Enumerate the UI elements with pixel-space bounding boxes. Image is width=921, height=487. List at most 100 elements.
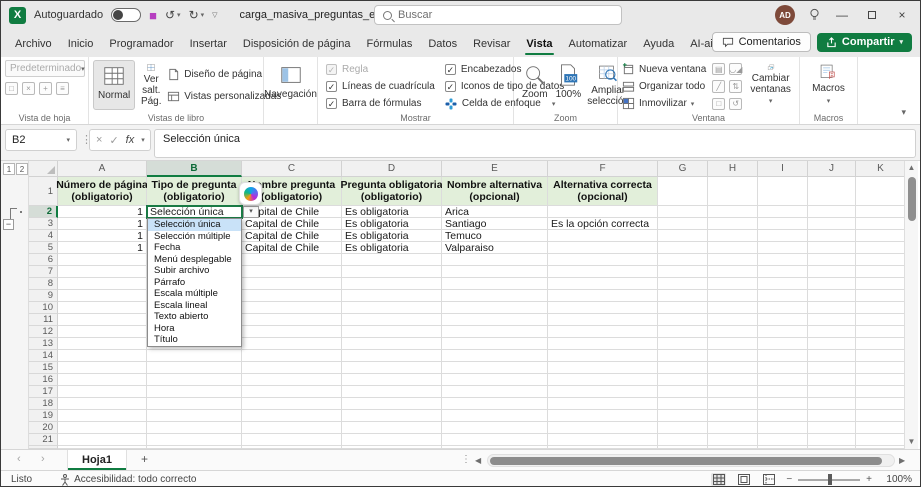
cell-J6[interactable]	[808, 254, 856, 266]
cell-E11[interactable]	[442, 314, 548, 326]
cell-J20[interactable]	[808, 422, 856, 434]
cell-H11[interactable]	[708, 314, 758, 326]
cell-E17[interactable]	[442, 386, 548, 398]
cell-A9[interactable]	[58, 290, 147, 302]
cell-C11[interactable]	[242, 314, 342, 326]
cell-D19[interactable]	[342, 410, 442, 422]
cell-H12[interactable]	[708, 326, 758, 338]
row-header-1[interactable]: 1	[29, 177, 58, 206]
cell-E19[interactable]	[442, 410, 548, 422]
cell-F8[interactable]	[548, 278, 658, 290]
cell-J8[interactable]	[808, 278, 856, 290]
select-all-corner[interactable]	[29, 161, 58, 177]
sheet-view-options-icon[interactable]: ≡	[56, 82, 69, 95]
dropdown-item-fecha[interactable]: Fecha	[148, 242, 241, 254]
cell-E5[interactable]: Valparaiso	[442, 242, 548, 254]
quick-access-customize-icon[interactable]: ▽	[212, 11, 217, 19]
cell-G2[interactable]	[658, 206, 708, 218]
row-header-16[interactable]: 16	[29, 374, 58, 386]
cell-D12[interactable]	[342, 326, 442, 338]
zoom-slider[interactable]	[798, 479, 860, 481]
cell-C8[interactable]	[242, 278, 342, 290]
cell-I14[interactable]	[758, 350, 808, 362]
cell-H15[interactable]	[708, 362, 758, 374]
cell-H2[interactable]	[708, 206, 758, 218]
cell-J1[interactable]	[808, 177, 856, 206]
exit-sheet-view-icon[interactable]: ×	[22, 82, 35, 95]
cell-C19[interactable]	[242, 410, 342, 422]
cell-J16[interactable]	[808, 374, 856, 386]
row-header-2[interactable]: 2	[29, 206, 58, 218]
share-button[interactable]: Compartir ▾	[817, 33, 912, 52]
tab-ayuda[interactable]: Ayuda	[635, 32, 682, 57]
cell-F19[interactable]	[548, 410, 658, 422]
cell-E20[interactable]	[442, 422, 548, 434]
cell-D5[interactable]: Es obligatoria	[342, 242, 442, 254]
cell-F4[interactable]	[548, 230, 658, 242]
column-header-c[interactable]: C	[242, 161, 342, 177]
cell-C20[interactable]	[242, 422, 342, 434]
cell-G7[interactable]	[658, 266, 708, 278]
cell-E10[interactable]	[442, 302, 548, 314]
autosave-toggle[interactable]	[111, 8, 141, 22]
cell-A12[interactable]	[58, 326, 147, 338]
cell-E1[interactable]: Nombre alternativa(opcional)	[442, 177, 548, 206]
cell-C13[interactable]	[242, 338, 342, 350]
cell-J3[interactable]	[808, 218, 856, 230]
cell-K5[interactable]	[856, 242, 906, 254]
add-sheet-button[interactable]: +	[141, 452, 148, 466]
page-break-view-button[interactable]: Ver salt. Pág.	[135, 60, 167, 110]
cell-H6[interactable]	[708, 254, 758, 266]
cell-A17[interactable]	[58, 386, 147, 398]
cell-K17[interactable]	[856, 386, 906, 398]
cell-I4[interactable]	[758, 230, 808, 242]
cell-H3[interactable]	[708, 218, 758, 230]
column-header-a[interactable]: A	[58, 161, 147, 177]
tab-formulas[interactable]: Fórmulas	[359, 32, 421, 57]
zoom-in-icon[interactable]: +	[866, 474, 872, 485]
cell-J15[interactable]	[808, 362, 856, 374]
cell-J10[interactable]	[808, 302, 856, 314]
cell-K20[interactable]	[856, 422, 906, 434]
new-window-button[interactable]: Nueva ventana	[622, 63, 706, 76]
cell-D11[interactable]	[342, 314, 442, 326]
cell-G8[interactable]	[658, 278, 708, 290]
cell-J17[interactable]	[808, 386, 856, 398]
row-header-8[interactable]: 8	[29, 278, 58, 290]
new-sheet-view-icon[interactable]: +	[39, 82, 52, 95]
cell-E13[interactable]	[442, 338, 548, 350]
cell-K6[interactable]	[856, 254, 906, 266]
cell-F6[interactable]	[548, 254, 658, 266]
cell-B2[interactable]: Selección única	[147, 206, 242, 218]
sheet-tab-hoja1[interactable]: Hoja1	[67, 450, 127, 470]
row-header-5[interactable]: 5	[29, 242, 58, 254]
cell-D3[interactable]: Es obligatoria	[342, 218, 442, 230]
cell-I8[interactable]	[758, 278, 808, 290]
cell-G19[interactable]	[658, 410, 708, 422]
row-header-15[interactable]: 15	[29, 362, 58, 374]
switch-windows-button[interactable]: Cambiar ventanas ▾	[746, 61, 795, 110]
cell-I7[interactable]	[758, 266, 808, 278]
prev-sheet-icon[interactable]: ‹	[17, 453, 21, 465]
tabbar-splitter[interactable]: ⋮	[461, 454, 471, 465]
cell-F20[interactable]	[548, 422, 658, 434]
cell-A21[interactable]	[58, 434, 147, 446]
dropdown-item-seleccion-multiple[interactable]: Selección múltiple	[148, 231, 241, 243]
cell-D2[interactable]: Es obligatoria	[342, 206, 442, 218]
cell-H13[interactable]	[708, 338, 758, 350]
cell-F10[interactable]	[548, 302, 658, 314]
cell-G14[interactable]	[658, 350, 708, 362]
cell-G12[interactable]	[658, 326, 708, 338]
cell-J11[interactable]	[808, 314, 856, 326]
horizontal-scroll-thumb[interactable]	[490, 457, 882, 465]
cell-J21[interactable]	[808, 434, 856, 446]
cell-K8[interactable]	[856, 278, 906, 290]
normal-view-status-icon[interactable]	[711, 473, 726, 486]
cell-K16[interactable]	[856, 374, 906, 386]
cell-K12[interactable]	[856, 326, 906, 338]
cell-E21[interactable]	[442, 434, 548, 446]
tab-vista[interactable]: Vista	[518, 32, 560, 57]
cell-D10[interactable]	[342, 302, 442, 314]
cell-I21[interactable]	[758, 434, 808, 446]
restore-button[interactable]	[864, 8, 880, 22]
